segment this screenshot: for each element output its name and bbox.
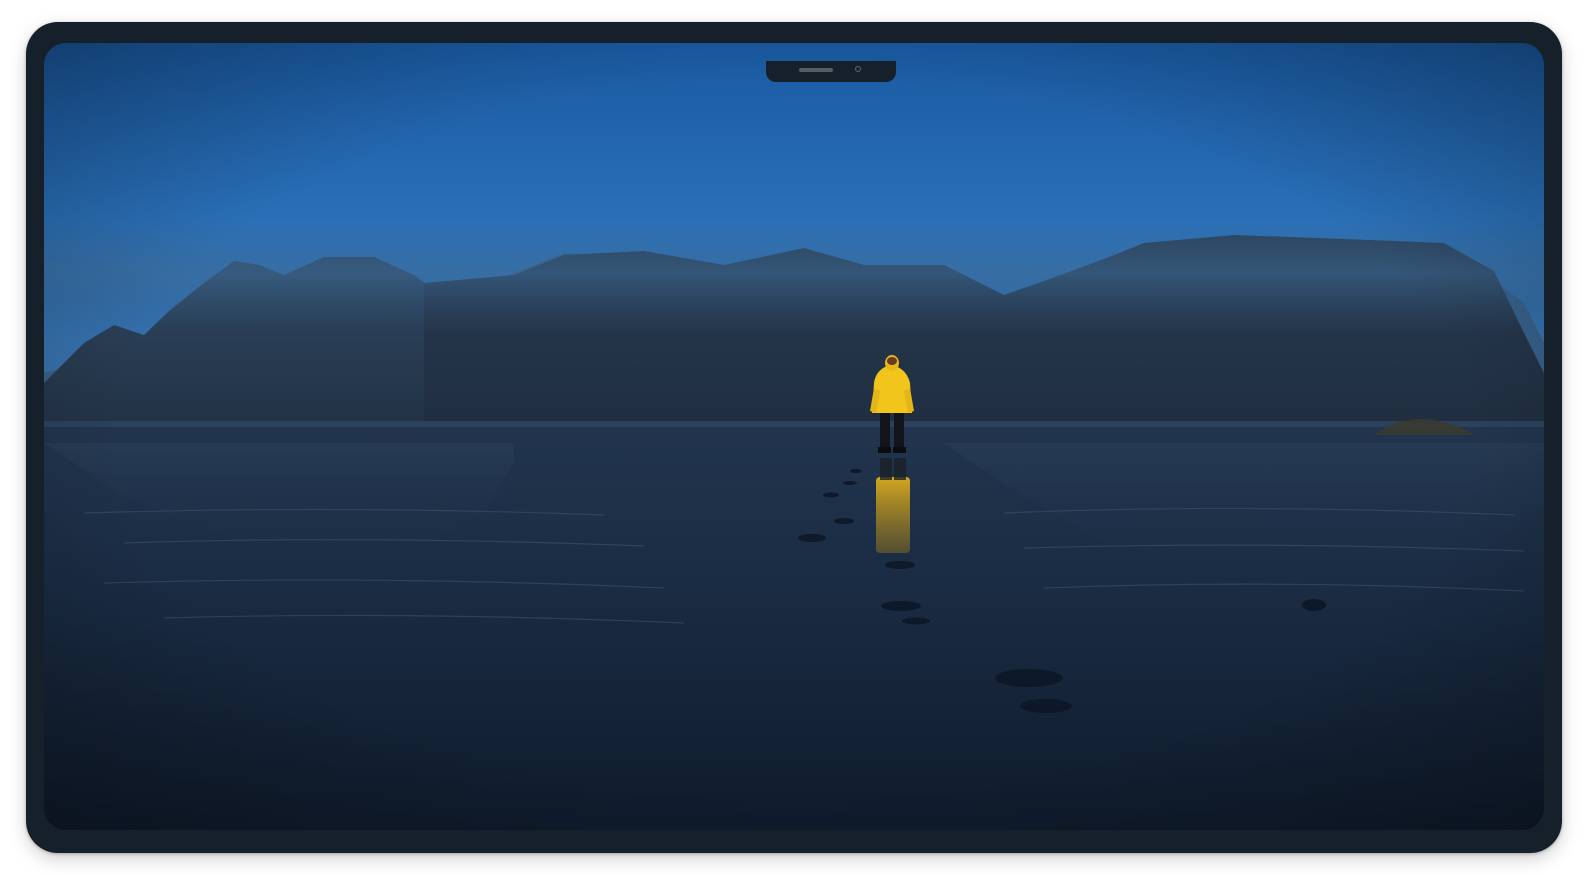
laptop-frame	[26, 22, 1562, 853]
screen	[44, 43, 1544, 830]
camera-lens-icon	[855, 66, 861, 72]
wallpaper-image	[44, 43, 1544, 830]
camera-notch	[766, 61, 896, 82]
speaker-grille	[799, 68, 833, 72]
